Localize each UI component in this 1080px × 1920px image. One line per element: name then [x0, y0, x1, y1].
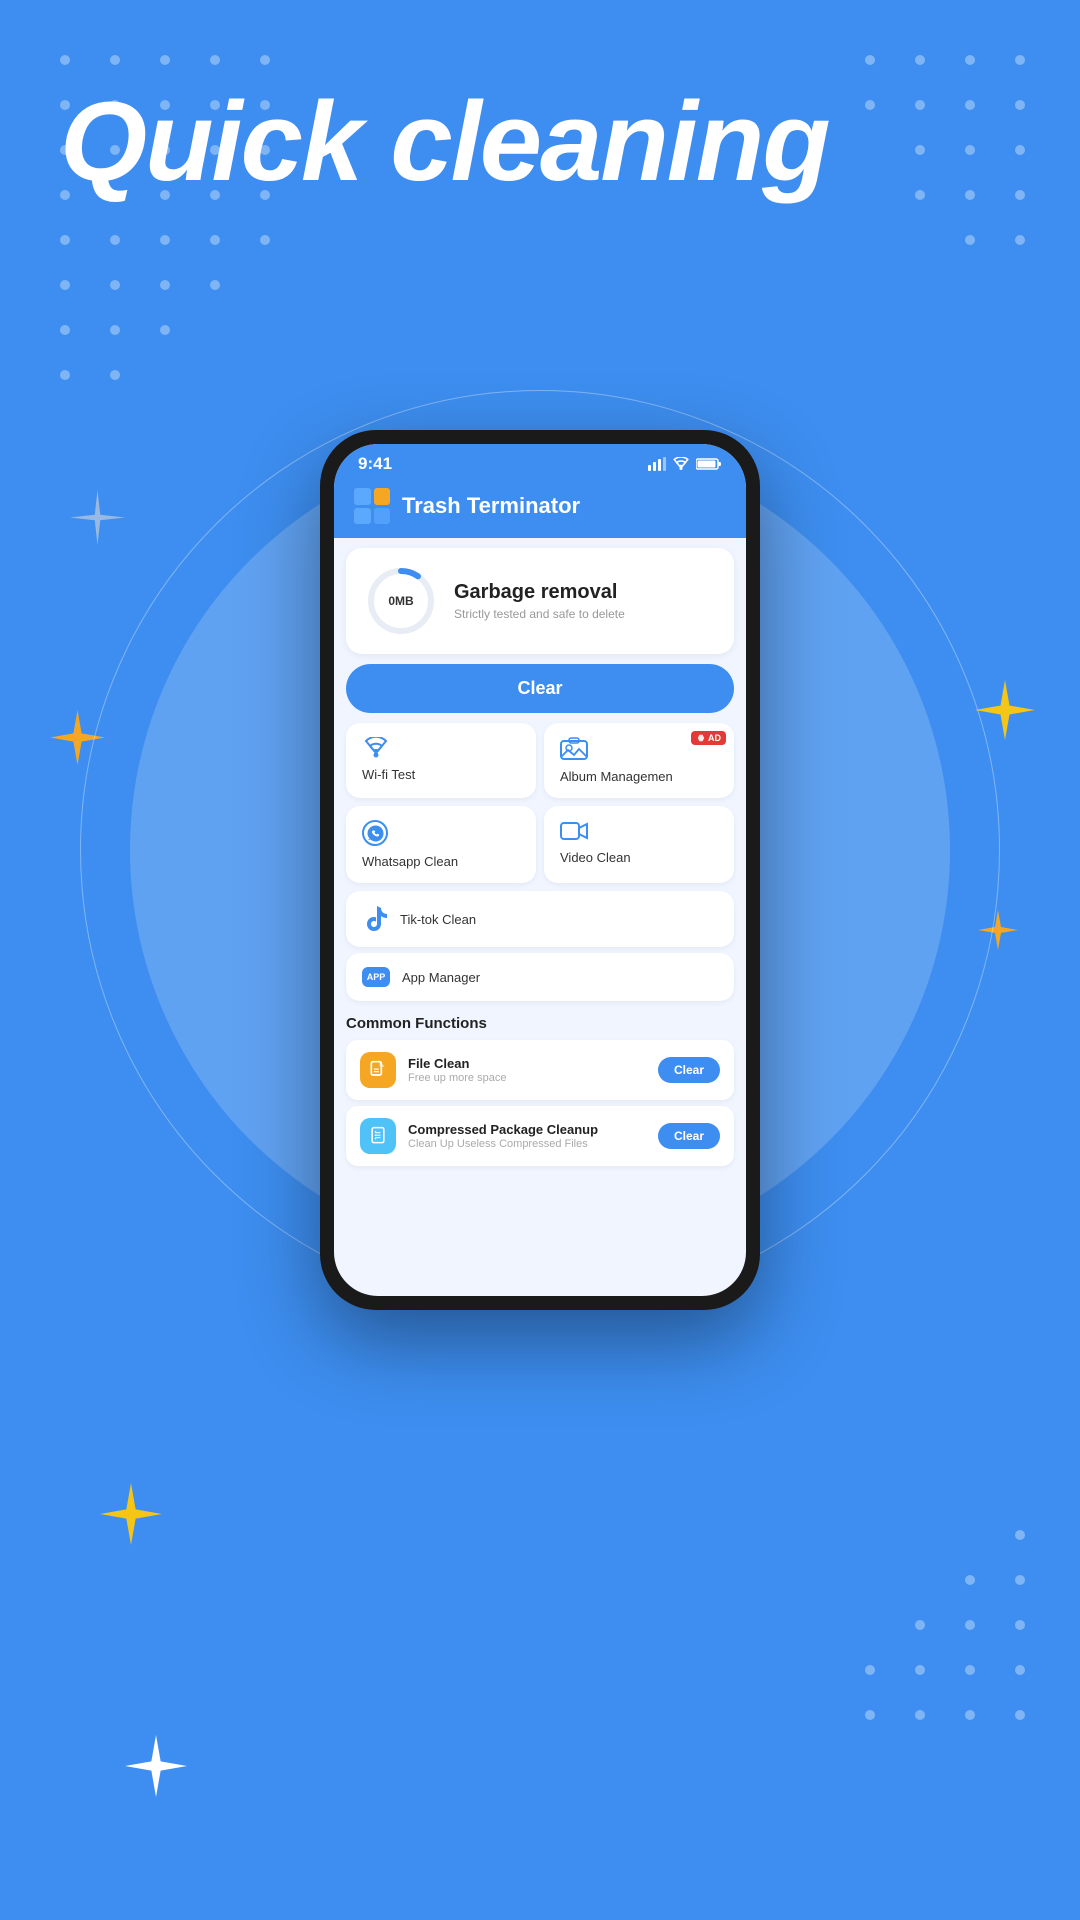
- app-manager-label: App Manager: [402, 970, 480, 985]
- star-decoration-5: [100, 1483, 162, 1550]
- file-clean-info: File Clean Free up more space: [408, 1056, 646, 1084]
- whatsapp-clean-label: Whatsapp Clean: [362, 854, 458, 869]
- status-bar: 9:41: [334, 444, 746, 480]
- star-decoration-1: [70, 490, 125, 550]
- star-decoration-6: [125, 1735, 187, 1802]
- wifi-icon: [672, 457, 690, 471]
- progress-label: 0MB: [388, 594, 413, 608]
- garbage-removal-card: 0MB Garbage removal Strictly tested and …: [346, 548, 734, 654]
- compressed-cleanup-desc: Clean Up Useless Compressed Files: [408, 1138, 646, 1150]
- wifi-test-card[interactable]: Wi-fi Test: [346, 723, 536, 798]
- app-header: Trash Terminator: [334, 480, 746, 538]
- compressed-cleanup-info: Compressed Package Cleanup Clean Up Usel…: [408, 1122, 646, 1150]
- phone-screen: 9:41: [334, 444, 746, 1296]
- compressed-cleanup-name: Compressed Package Cleanup: [408, 1122, 646, 1137]
- album-management-card[interactable]: AD Album Managemen: [544, 723, 734, 798]
- wifi-feature-icon: [362, 737, 390, 759]
- file-clean-button[interactable]: Clear: [658, 1057, 720, 1083]
- clear-button[interactable]: Clear: [346, 664, 734, 713]
- features-grid: Wi-fi Test AD Album Managemen: [346, 723, 734, 883]
- file-clean-item[interactable]: File Clean Free up more space Clear: [346, 1040, 734, 1100]
- hero-title: Quick cleaning: [60, 80, 829, 203]
- app-manager-item[interactable]: APP App Manager: [346, 953, 734, 1001]
- wifi-test-label: Wi-fi Test: [362, 767, 415, 782]
- phone-frame: 9:41: [320, 430, 760, 1310]
- tiktok-clean-item[interactable]: Tik-tok Clean: [346, 891, 734, 947]
- garbage-title: Garbage removal: [454, 581, 625, 604]
- file-clean-desc: Free up more space: [408, 1072, 646, 1084]
- tiktok-icon: [362, 905, 388, 933]
- video-feature-icon: [560, 820, 588, 842]
- tiktok-clean-label: Tik-tok Clean: [400, 912, 476, 927]
- battery-icon: [696, 457, 722, 471]
- compressed-cleanup-item[interactable]: Compressed Package Cleanup Clean Up Usel…: [346, 1106, 734, 1166]
- compressed-cleanup-icon: [360, 1118, 396, 1154]
- album-management-label: Album Managemen: [560, 769, 673, 784]
- phone-mockup: 9:41: [320, 430, 760, 1310]
- progress-circle: 0MB: [366, 566, 436, 636]
- status-time: 9:41: [358, 454, 392, 474]
- app-logo: [354, 488, 390, 524]
- compressed-cleanup-button[interactable]: Clear: [658, 1123, 720, 1149]
- file-clean-name: File Clean: [408, 1056, 646, 1071]
- video-clean-card[interactable]: Video Clean: [544, 806, 734, 883]
- whatsapp-feature-icon: [362, 820, 388, 846]
- status-icons: [648, 457, 722, 471]
- app-manager-icon: APP: [362, 967, 390, 987]
- signal-icon: [648, 457, 666, 471]
- common-functions-section: Common Functions File Clean Free up mo: [334, 1007, 746, 1176]
- video-clean-label: Video Clean: [560, 850, 631, 865]
- garbage-subtitle: Strictly tested and safe to delete: [454, 607, 625, 621]
- app-title: Trash Terminator: [402, 493, 580, 519]
- common-functions-title: Common Functions: [346, 1015, 734, 1032]
- file-clean-icon: [360, 1052, 396, 1088]
- ad-badge: AD: [691, 731, 726, 745]
- album-feature-icon: [560, 737, 588, 761]
- whatsapp-clean-card[interactable]: Whatsapp Clean: [346, 806, 536, 883]
- hero-title-section: Quick cleaning: [60, 80, 829, 203]
- garbage-info: Garbage removal Strictly tested and safe…: [454, 581, 625, 621]
